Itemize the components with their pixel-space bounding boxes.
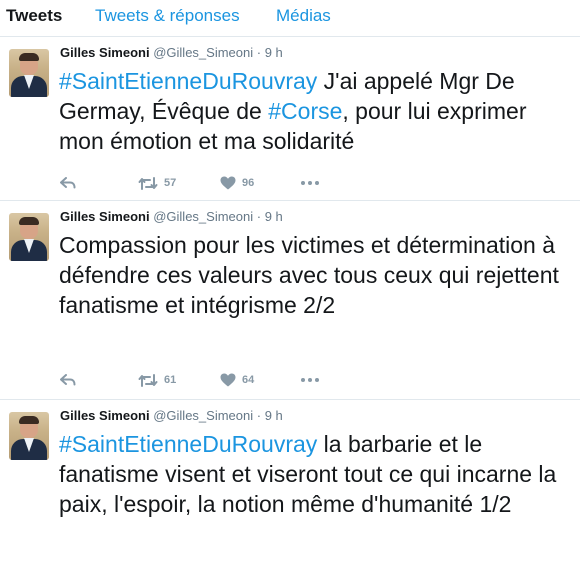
author-name[interactable]: Gilles Simeoni	[60, 408, 150, 423]
tweet-text: #SaintEtienneDuRouvray la barbarie et le…	[59, 429, 569, 519]
retweet-count: 61	[164, 374, 177, 386]
tweet-time[interactable]: · 9 h	[257, 45, 283, 60]
retweet-count: 57	[164, 177, 177, 189]
like-button[interactable]: 96	[220, 173, 254, 193]
author-handle[interactable]: @Gilles_Simeoni	[153, 209, 253, 224]
avatar[interactable]	[9, 49, 49, 97]
hashtag-link[interactable]: #SaintEtienneDuRouvray	[59, 431, 317, 457]
hashtag-link[interactable]: #Corse	[268, 98, 342, 124]
tweet-header: Gilles Simeoni @Gilles_Simeoni · 9 h	[60, 45, 283, 61]
author-handle[interactable]: @Gilles_Simeoni	[153, 45, 253, 60]
tab-tweets[interactable]: Tweets	[6, 6, 62, 26]
retweet-button[interactable]: 61	[138, 370, 176, 390]
tab-tweets-replies[interactable]: Tweets & réponses	[95, 6, 240, 26]
like-button[interactable]: 64	[220, 370, 254, 390]
like-count: 96	[242, 177, 255, 189]
heart-icon	[220, 373, 236, 387]
tweet-header: Gilles Simeoni @Gilles_Simeoni · 9 h	[60, 408, 283, 424]
avatar[interactable]	[9, 412, 49, 460]
tweet-time[interactable]: · 9 h	[257, 408, 283, 423]
hashtag-link[interactable]: #SaintEtienneDuRouvray	[59, 68, 317, 94]
tweet-text: #SaintEtienneDuRouvray J'ai appelé Mgr D…	[59, 66, 569, 156]
retweet-icon	[138, 373, 158, 387]
author-name[interactable]: Gilles Simeoni	[60, 45, 150, 60]
more-button[interactable]	[301, 173, 319, 193]
tweet[interactable]: Gilles Simeoni @Gilles_Simeoni · 9 h Com…	[0, 201, 580, 400]
tweet-text: Compassion pour les victimes et détermin…	[59, 230, 569, 320]
tweet[interactable]: Gilles Simeoni @Gilles_Simeoni · 9 h #Sa…	[0, 37, 580, 201]
more-icon	[301, 181, 319, 185]
retweet-icon	[138, 176, 158, 190]
text-segment: Compassion pour les victimes et détermin…	[59, 232, 559, 318]
profile-tabs: Tweets Tweets & réponses Médias	[0, 0, 580, 37]
more-button[interactable]	[301, 370, 319, 390]
tab-media[interactable]: Médias	[276, 6, 331, 26]
tweet-time[interactable]: · 9 h	[257, 209, 283, 224]
reply-button[interactable]	[60, 370, 76, 390]
author-handle[interactable]: @Gilles_Simeoni	[153, 408, 253, 423]
heart-icon	[220, 176, 236, 190]
tweet-header: Gilles Simeoni @Gilles_Simeoni · 9 h	[60, 209, 283, 225]
like-count: 64	[242, 374, 255, 386]
avatar[interactable]	[9, 213, 49, 261]
reply-button[interactable]	[60, 173, 76, 193]
author-name[interactable]: Gilles Simeoni	[60, 209, 150, 224]
reply-icon	[60, 374, 76, 386]
retweet-button[interactable]: 57	[138, 173, 176, 193]
reply-icon	[60, 177, 76, 189]
more-icon	[301, 378, 319, 382]
tweet[interactable]: Gilles Simeoni @Gilles_Simeoni · 9 h #Sa…	[0, 400, 580, 563]
